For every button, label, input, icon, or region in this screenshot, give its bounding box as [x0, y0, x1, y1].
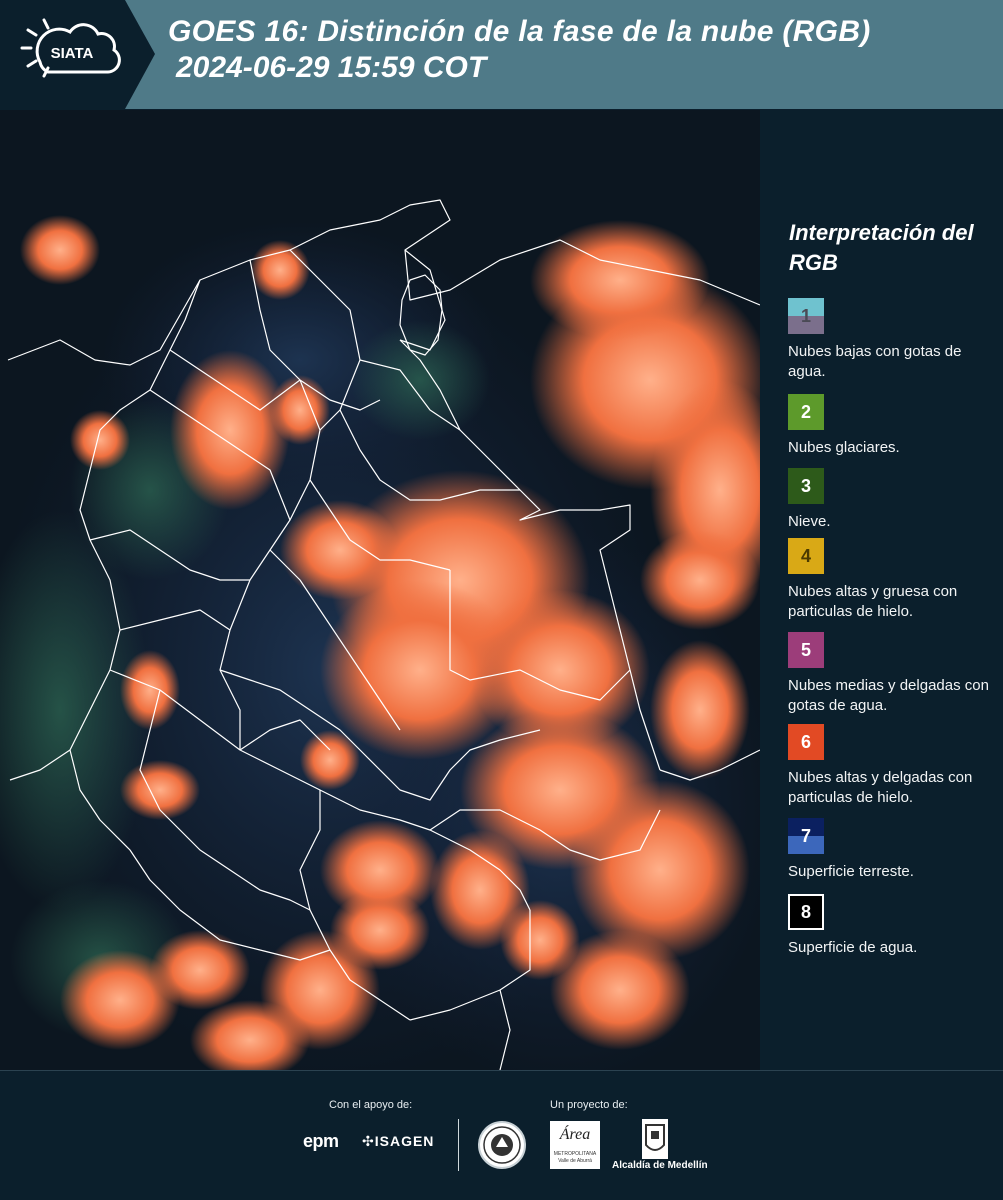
legend-item-7: 7 Superficie terreste. [788, 818, 998, 882]
legend-title: Interpretación del RGB [789, 220, 974, 275]
legend-swatch-1: 1 [788, 298, 824, 334]
legend-item-4: 4 Nubes altas y gruesa con particulas de… [788, 538, 998, 622]
timestamp: 2024-06-29 15:59 COT [176, 51, 487, 84]
alcaldia-label: Alcaldía de Medellín [612, 1160, 708, 1171]
legend-item-2: 2 Nubes glaciares. [788, 394, 998, 458]
satellite-map [0, 110, 760, 1070]
legend-swatch-3: 3 [788, 468, 824, 504]
logo-text: SIATA [51, 45, 94, 62]
legend-swatch-2: 2 [788, 394, 824, 430]
siata-logo: SIATA [0, 0, 160, 109]
legend-swatch-6: 6 [788, 724, 824, 760]
government-seal-icon [478, 1121, 526, 1169]
legend-item-5: 5 Nubes medias y delgadas con gotas de a… [788, 632, 998, 716]
legend-panel: Interpretación del RGB 1 Nubes bajas con… [760, 110, 1003, 1070]
legend-label-2: Nubes glaciares. [788, 439, 900, 456]
alcaldia-shield-icon [642, 1119, 668, 1159]
legend-label-7: Superficie terreste. [788, 863, 914, 880]
legend-item-8: 8 Superficie de agua. [788, 894, 998, 958]
legend-label-6: Nubes altas y delgadas con particulas de… [788, 769, 973, 806]
legend-swatch-8: 8 [788, 894, 824, 930]
footer-sponsors: Con el apoyo de: Un proyecto de: epm ✣IS… [0, 1070, 1003, 1200]
support-label: Con el apoyo de: [329, 1099, 413, 1111]
legend-item-6: 6 Nubes altas y delgadas con particulas … [788, 724, 998, 808]
legend-label-1: Nubes bajas con gotas de agua. [788, 343, 962, 380]
legend-label-4: Nubes altas y gruesa con particulas de h… [788, 583, 958, 620]
isagen-logo: ✣ISAGEN [362, 1133, 435, 1149]
legend-item-1: 1 Nubes bajas con gotas de agua. [788, 298, 998, 382]
legend-label-3: Nieve. [788, 513, 831, 530]
epm-logo: epm [303, 1131, 339, 1151]
legend-label-5: Nubes medias y delgadas con gotas de agu… [788, 677, 989, 714]
legend-item-3: 3 Nieve. [788, 468, 998, 532]
legend-swatch-5: 5 [788, 632, 824, 668]
area-metropolitana-logo: Área METROPOLITANA Valle de Aburrá [550, 1121, 600, 1169]
project-label: Un proyecto de: [550, 1099, 628, 1111]
legend-label-8: Superficie de agua. [788, 939, 918, 956]
page-title: GOES 16: Distinción de la fase de la nub… [168, 15, 871, 48]
legend-swatch-7: 7 [788, 818, 824, 854]
footer-divider [458, 1119, 459, 1171]
legend-swatch-4: 4 [788, 538, 824, 574]
header-bar: SIATA GOES 16: Distinción de la fase de … [0, 0, 1003, 109]
